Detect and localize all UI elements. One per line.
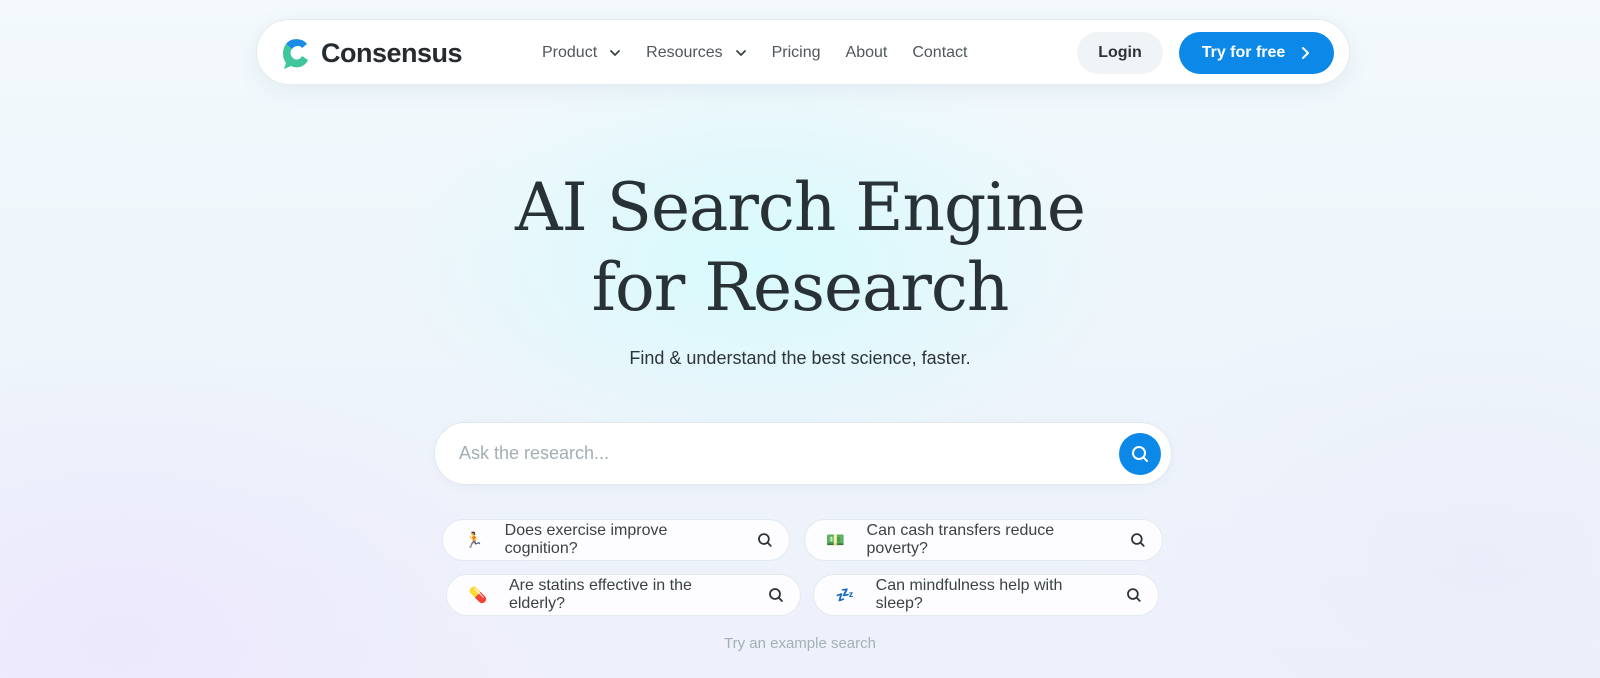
menu-item-product[interactable]: Product — [542, 44, 621, 62]
logo-text: Consensus — [321, 37, 463, 68]
menu-item-label: Resources — [646, 44, 723, 61]
logo[interactable]: Consensus — [281, 36, 463, 70]
example-search-text: Can mindfulness help with sleep? — [875, 577, 1063, 612]
sleep-icon: 💤 — [835, 587, 855, 604]
example-search-chip[interactable]: 🏃 Does exercise improve cognition? — [442, 519, 790, 561]
hero-title-line2: for Research — [591, 249, 1010, 326]
menu-item-label: Product — [542, 44, 598, 61]
menu-item-label: Contact — [912, 44, 968, 61]
menu-item-label: Pricing — [771, 44, 821, 61]
menu-item-contact[interactable]: Contact — [912, 44, 967, 62]
example-search-chip[interactable]: 💵 Can cash transfers reduce poverty? — [804, 519, 1163, 561]
main-menu: Product Resources Pricing About Contact — [542, 20, 992, 86]
running-person-icon: 🏃 — [464, 532, 484, 549]
hero-title: AI Search Engine for Research — [0, 168, 1600, 328]
search-submit-button[interactable] — [1119, 433, 1161, 475]
pill-icon: 💊 — [468, 587, 488, 604]
chevron-down-icon — [610, 50, 621, 56]
menu-item-label: About — [845, 44, 888, 61]
example-search-chip[interactable]: 💊 Are statins effective in the elderly? — [446, 574, 801, 616]
example-search-text: Can cash transfers reduce poverty? — [866, 522, 1055, 557]
search-bar — [434, 422, 1172, 485]
search-icon — [769, 588, 783, 602]
example-search-text: Does exercise improve cognition? — [504, 522, 668, 557]
chevron-down-icon — [735, 50, 746, 56]
search-icon — [1131, 533, 1145, 547]
example-search-chip[interactable]: 💤 Can mindfulness help with sleep? — [813, 574, 1159, 616]
search-icon — [1132, 446, 1148, 462]
menu-item-pricing[interactable]: Pricing — [772, 44, 821, 62]
login-button[interactable]: Login — [1077, 32, 1163, 74]
chevron-right-icon — [1302, 47, 1310, 59]
menu-item-about[interactable]: About — [846, 44, 888, 62]
top-nav: Consensus Product Resources Pricing Abou… — [256, 19, 1350, 85]
hero-subtitle: Find & understand the best science, fast… — [629, 348, 971, 368]
search-icon — [758, 533, 772, 547]
hero-title-line1: AI Search Engine — [515, 169, 1086, 246]
money-icon: 💵 — [826, 532, 846, 549]
search-input[interactable] — [459, 423, 1079, 484]
example-search-text: Are statins effective in the elderly? — [508, 577, 692, 612]
consensus-logo-icon — [283, 39, 308, 69]
search-icon — [1127, 588, 1141, 602]
example-search-hint: Try an example search — [723, 635, 876, 652]
try-for-free-label: Try for free — [1201, 44, 1286, 61]
menu-item-resources[interactable]: Resources — [646, 44, 746, 62]
try-for-free-button[interactable]: Try for free — [1179, 32, 1334, 74]
